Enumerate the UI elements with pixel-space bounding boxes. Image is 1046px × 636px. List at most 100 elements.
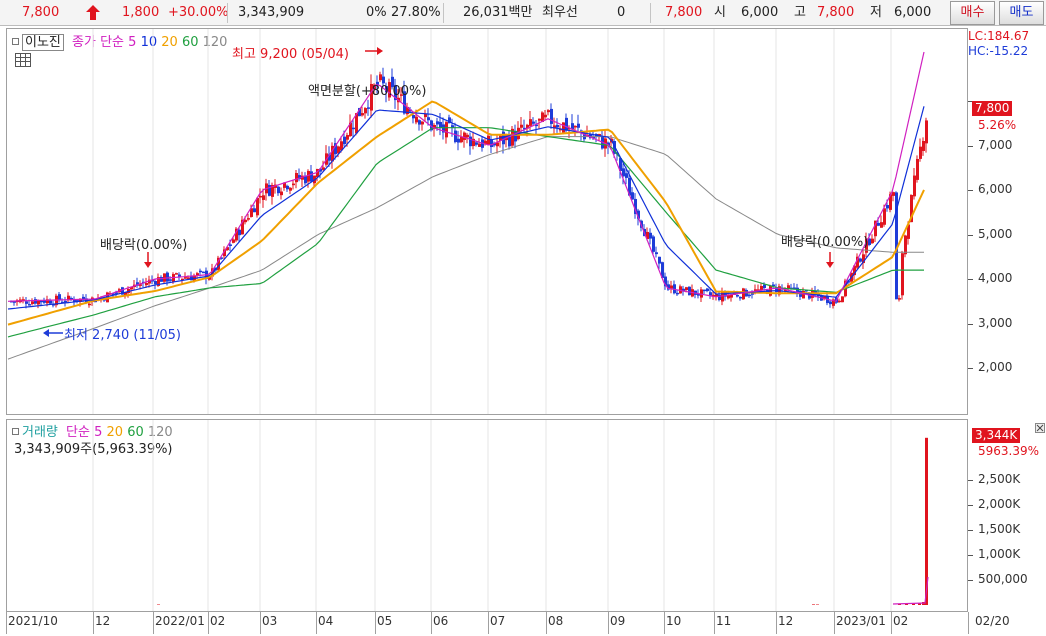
y-tick [968,555,973,556]
close-icon[interactable] [1035,423,1045,433]
lc-label: LC:184.67 [968,29,1030,43]
y-tick-label: 2,500K [978,472,1021,486]
x-tick-label: 02 [893,614,909,628]
arrow-left-icon [43,329,63,337]
candle [670,285,673,289]
candle [88,303,91,306]
annotation-split: 액면분할(+80.00%) [308,84,427,99]
x-divider [546,612,547,634]
candle [307,170,310,182]
candle [916,158,919,180]
candle [280,191,283,196]
candle [529,119,532,126]
candle [457,138,460,143]
candle [904,235,907,255]
y-tick-label: 5,000 [978,226,1013,241]
volume-chart[interactable] [7,420,967,611]
candle [292,183,295,186]
candle [859,258,862,262]
up-arrow-icon [86,5,100,20]
candle [925,120,928,144]
candle [919,146,922,159]
sell-button[interactable]: 매도 [999,1,1044,25]
volume-tag-pct: 5963.39% [978,444,1040,458]
x-divider [431,612,432,634]
candle [652,236,655,252]
candle [829,301,832,305]
candle [253,208,256,213]
candle [346,135,349,140]
candle [868,238,871,245]
candle [64,300,67,303]
y-tick-label: 4,000 [978,271,1013,285]
candle [169,279,172,281]
best-value: 0 [617,5,626,20]
candle [310,171,313,182]
y-tick [968,530,973,531]
candle [469,136,472,147]
candle [427,117,430,121]
volume-bar [812,604,815,605]
x-tick-label: 08 [548,614,564,628]
candle [475,142,478,145]
candle [28,304,31,306]
open-price: 6,000 [741,5,779,20]
candle [445,122,448,138]
candle [562,122,565,133]
y-tick [968,480,973,481]
candle [415,116,418,123]
candle [709,292,712,296]
x-divider [834,612,835,634]
x-divider [6,612,7,634]
price-chart[interactable] [7,29,967,414]
candle [922,141,925,151]
candle [892,192,895,196]
candle [277,186,280,194]
candle [688,286,691,296]
x-divider [260,612,261,634]
x-divider [93,612,94,634]
y-tick [968,505,973,506]
turnover-label: 0% [366,5,387,20]
x-tick-label: 2022/01 [155,614,205,628]
volume-tag: 3,344K [972,428,1021,443]
candle [418,120,421,125]
low-label: 저 [870,5,882,20]
candle [520,124,523,128]
annotation-low: 최저 2,740 (11/05) [64,328,182,343]
candle [238,229,241,236]
x-tick-label: 04 [318,614,334,628]
candle [466,134,469,138]
y-tick-label: 500,000 [978,572,1028,586]
y-tick [968,323,973,325]
candle [544,114,547,118]
y-tick [968,368,973,369]
candle [502,131,505,145]
y-tick [968,279,973,280]
candle [25,301,28,304]
y-tick-label: 7,000 [978,137,1013,152]
candle [454,130,457,143]
candle [508,136,511,147]
candle [649,232,652,239]
candle [886,205,889,209]
annotation-high: 최고 9,200 (05/04) [232,47,350,62]
candle [34,299,37,304]
trade-amount: 26,031백만 [463,5,533,20]
x-tick-label: 02 [210,614,226,628]
buy-button[interactable]: 매수 [950,1,995,25]
arrow-down-icon [144,252,152,268]
y-tick [968,580,973,581]
x-divider [776,612,777,634]
x-tick-label: 09 [610,614,626,628]
candle [655,252,658,255]
candle [490,139,493,148]
current-price-tag: 7,800 [972,101,1013,116]
candle [364,108,367,114]
candle [421,121,424,125]
candle [898,298,901,300]
candle [565,117,568,131]
candle [289,187,292,191]
x-divider [891,612,892,634]
candle [730,294,733,298]
